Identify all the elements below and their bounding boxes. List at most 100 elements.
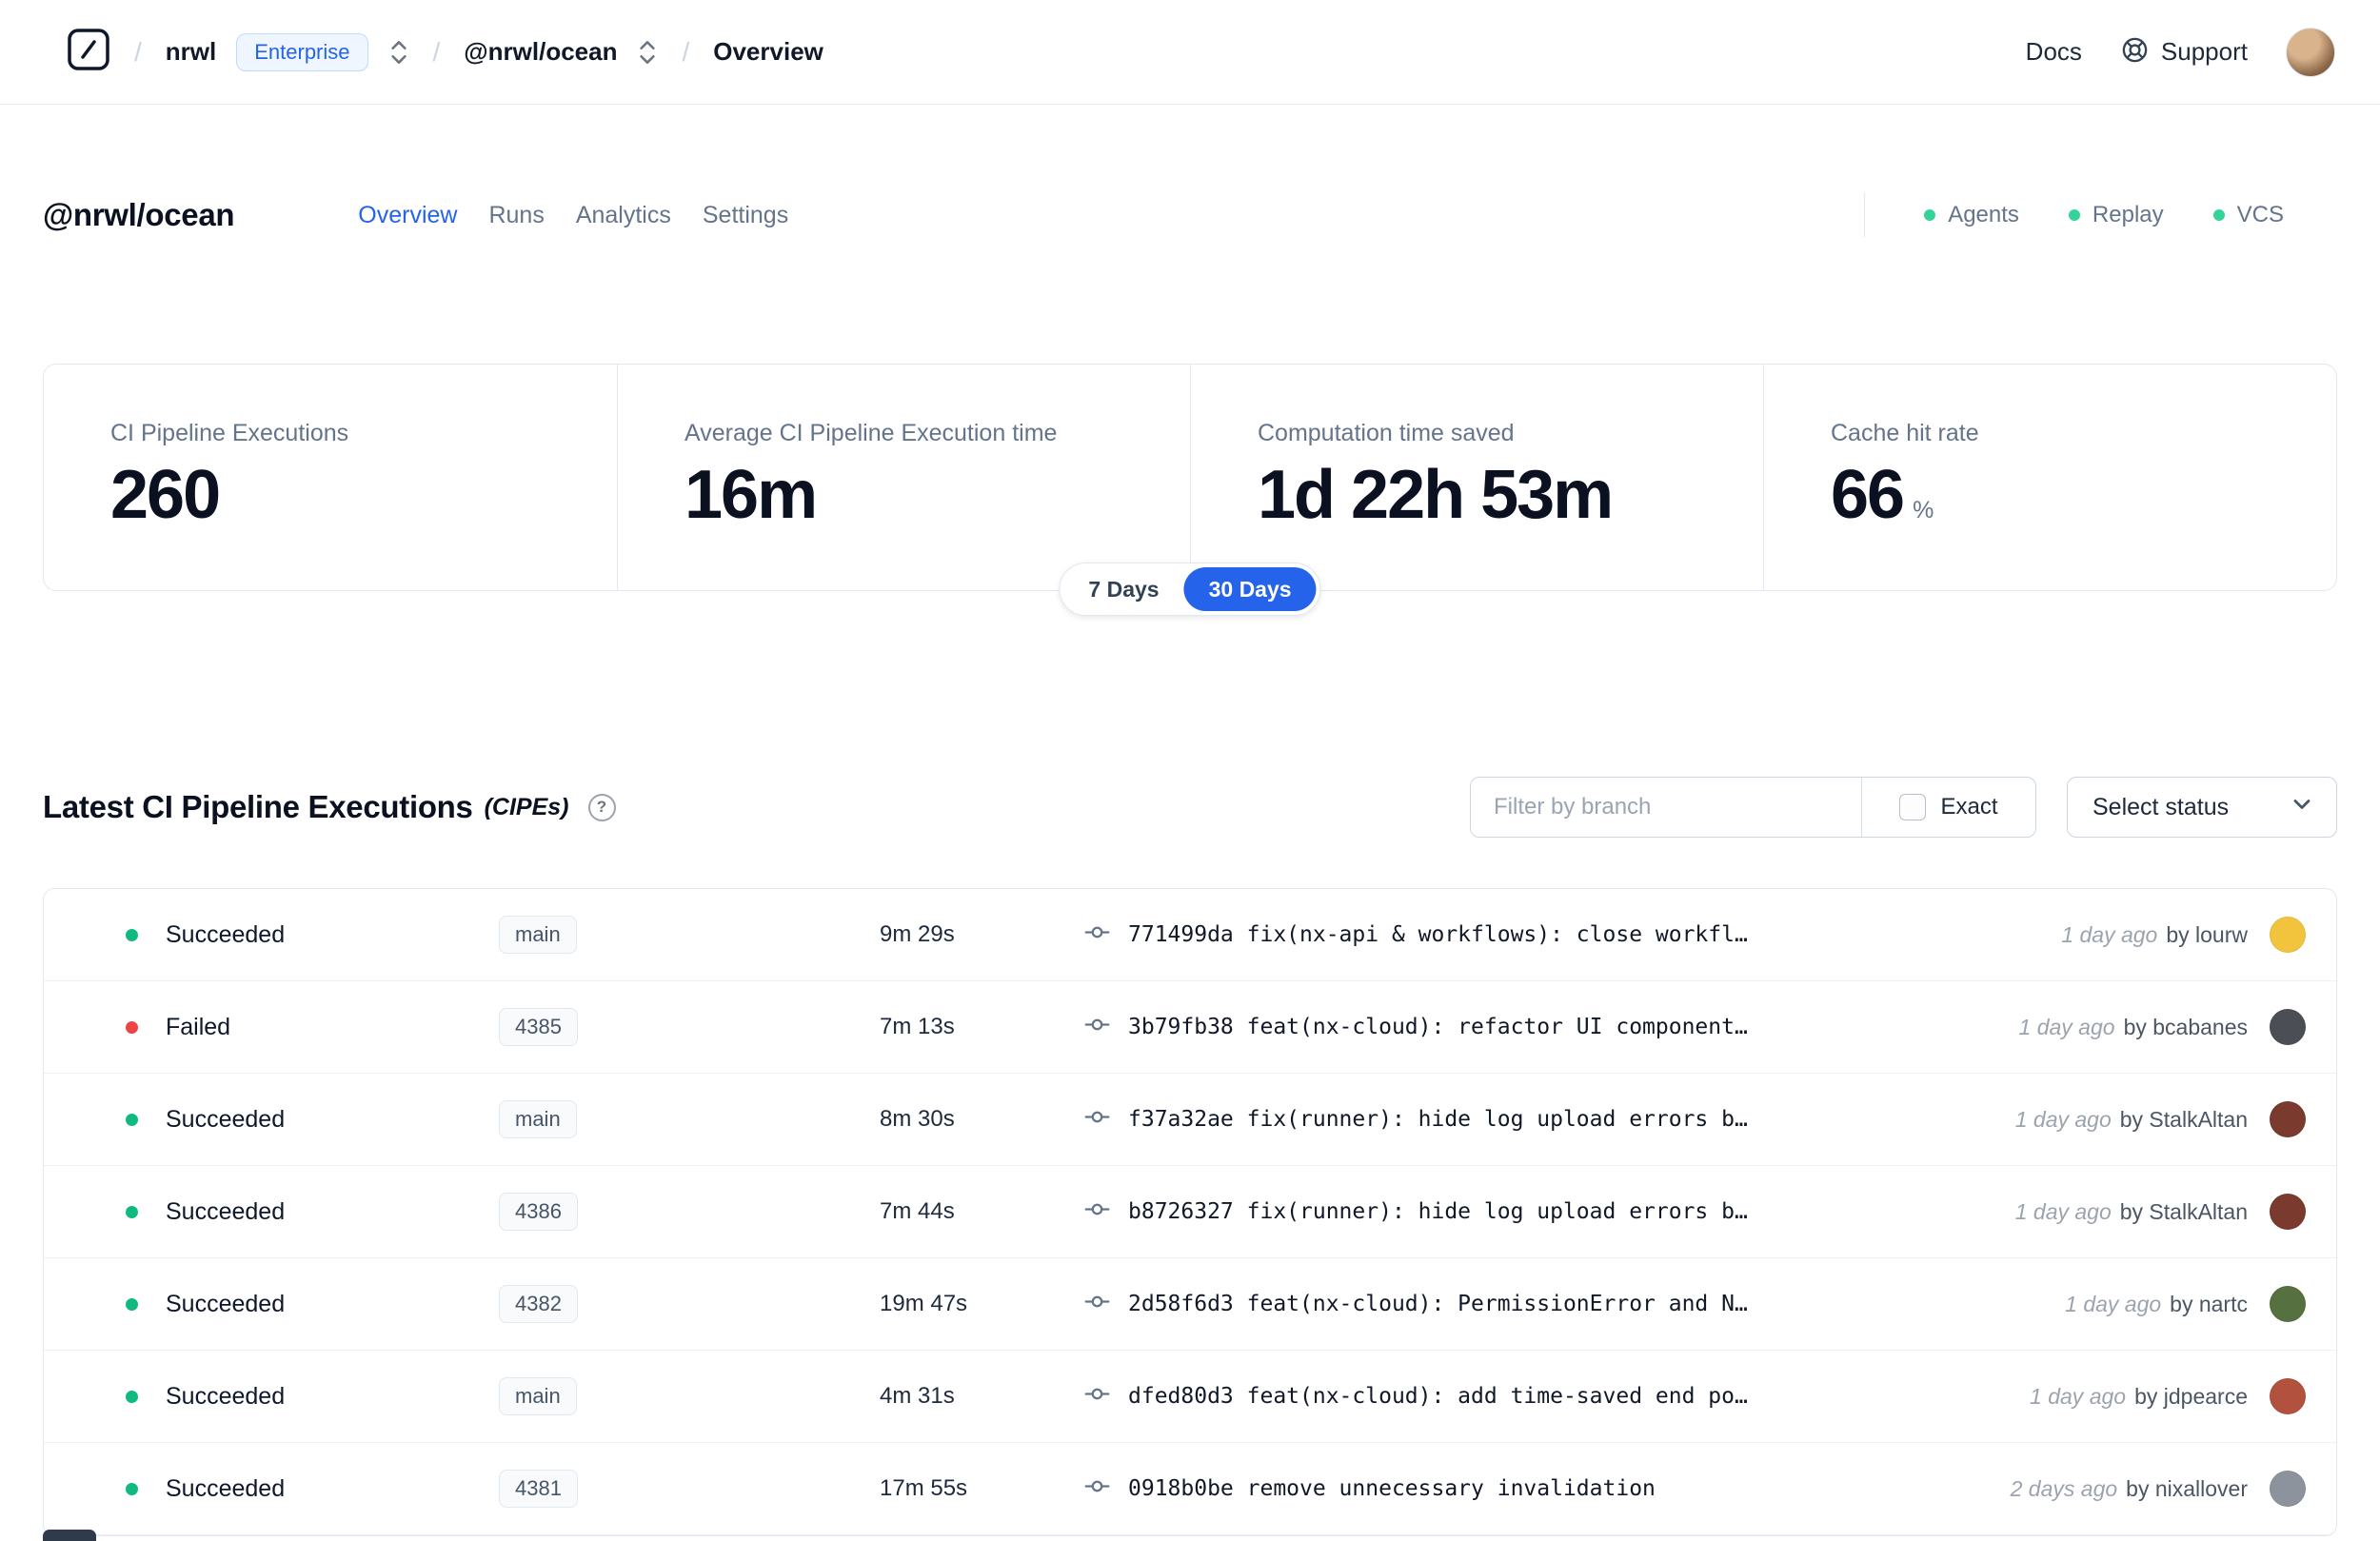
cipe-row[interactable]: Failed 4385 7m 13s 3b79fb38 feat(nx-clou… xyxy=(44,981,2336,1074)
avatar[interactable] xyxy=(2270,1286,2306,1322)
branch-cell: main xyxy=(499,1099,880,1139)
branch-filter-input[interactable] xyxy=(1471,778,1862,837)
branch-badge[interactable]: main xyxy=(499,915,577,955)
nx-logo-icon[interactable] xyxy=(67,28,110,76)
workspace-tab[interactable]: Analytics xyxy=(576,202,671,229)
status-dot-icon xyxy=(2212,209,2225,221)
branch-badge[interactable]: 4385 xyxy=(499,1007,578,1047)
stat-value: 16m xyxy=(684,457,818,533)
stat-value: 66 xyxy=(1831,457,1905,533)
run-status-dot-icon xyxy=(126,1390,138,1403)
git-commit-icon xyxy=(1084,1381,1110,1412)
breadcrumb: / nrwl Enterprise / @nrwl/ocean / Overvi… xyxy=(67,28,823,76)
cipe-row[interactable]: Succeeded 4386 7m 44s b8726327 fix(runne… xyxy=(44,1166,2336,1258)
run-time: 1 day ago xyxy=(2014,1198,2112,1224)
workspace-name[interactable]: @nrwl/ocean xyxy=(464,37,617,67)
branch-cell: main xyxy=(499,915,880,955)
avatar[interactable] xyxy=(2270,917,2306,953)
avatar[interactable] xyxy=(2270,1101,2306,1137)
commit-message[interactable]: f37a32ae fix(runner): hide log upload er… xyxy=(1128,1107,2015,1132)
avatar[interactable] xyxy=(2270,1471,2306,1507)
run-author: by bcabanes xyxy=(2123,1014,2248,1039)
run-status-label: Succeeded xyxy=(166,1382,286,1410)
org-name[interactable]: nrwl xyxy=(166,37,216,67)
git-commit-icon xyxy=(1084,1473,1110,1504)
cipe-row[interactable]: Succeeded main 4m 31s dfed80d3 feat(nx-c… xyxy=(44,1351,2336,1443)
stat-card: Computation time saved 1d 22h 53m xyxy=(1190,365,1763,590)
commit-message[interactable]: dfed80d3 feat(nx-cloud): add time-saved … xyxy=(1128,1384,2030,1409)
status-dot-icon xyxy=(2068,209,2080,221)
run-time: 1 day ago xyxy=(2061,921,2158,947)
run-meta: 1 day ago by StalkAltan xyxy=(2015,1107,2248,1133)
exact-toggle: Exact xyxy=(1862,778,2035,837)
run-author: by jdpearce xyxy=(2134,1383,2248,1409)
workspace-tab[interactable]: Overview xyxy=(358,202,457,229)
user-avatar[interactable] xyxy=(2286,27,2335,77)
vertical-divider xyxy=(1864,193,1866,237)
partial-bottom-overlay xyxy=(43,1530,96,1541)
workspace-switcher-icon[interactable] xyxy=(637,37,658,68)
stat-card: Cache hit rate 66 % xyxy=(1763,365,2336,590)
branch-badge[interactable]: 4381 xyxy=(499,1469,578,1509)
commit-message[interactable]: 3b79fb38 feat(nx-cloud): refactor UI com… xyxy=(1128,1015,2019,1039)
service-indicator-label: Agents xyxy=(1948,202,2019,227)
cipe-row[interactable]: Succeeded 4381 17m 55s 0918b0be remove u… xyxy=(44,1443,2336,1535)
run-author: by StalkAltan xyxy=(2119,1198,2248,1224)
git-commit-icon xyxy=(1084,1196,1110,1227)
lifebuoy-icon xyxy=(2120,35,2150,69)
date-range-option[interactable]: 7 Days xyxy=(1063,567,1183,611)
docs-link[interactable]: Docs xyxy=(2026,37,2082,67)
commit-message[interactable]: 0918b0be remove unnecessary invalidation xyxy=(1128,1476,2011,1501)
stat-value-row: 66 % xyxy=(1831,461,2336,529)
run-status-dot-icon xyxy=(126,1113,138,1126)
branch-cell: 4381 xyxy=(499,1469,880,1509)
git-commit-icon xyxy=(1084,1289,1110,1319)
help-icon[interactable]: ? xyxy=(587,793,616,821)
branch-badge[interactable]: 4382 xyxy=(499,1284,578,1324)
breadcrumb-page: Overview xyxy=(713,37,823,66)
avatar[interactable] xyxy=(2270,1009,2306,1045)
workspace-tab[interactable]: Runs xyxy=(488,202,544,229)
stat-label: Cache hit rate xyxy=(1831,420,1979,446)
page-title: @nrwl/ocean xyxy=(43,197,235,232)
commit-message[interactable]: 2d58f6d3 feat(nx-cloud): PermissionError… xyxy=(1128,1292,2065,1316)
stat-value-row: 16m xyxy=(684,461,1190,529)
commit-message[interactable]: b8726327 fix(runner): hide log upload er… xyxy=(1128,1199,2015,1224)
run-meta: 1 day ago by StalkAltan xyxy=(2015,1199,2248,1225)
breadcrumb-separator: / xyxy=(134,36,142,67)
main-content: @nrwl/ocean Overview Runs Analytics Sett… xyxy=(0,177,2380,1536)
run-author: by nixallover xyxy=(2126,1475,2248,1501)
run-duration: 7m 44s xyxy=(880,1198,955,1224)
run-status-dot-icon xyxy=(126,1020,138,1034)
run-status-dot-icon xyxy=(126,1482,138,1495)
cipe-row[interactable]: Succeeded main 9m 29s 771499da fix(nx-ap… xyxy=(44,889,2336,981)
avatar[interactable] xyxy=(2270,1378,2306,1414)
stat-label: Average CI Pipeline Execution time xyxy=(684,420,1058,446)
branch-badge[interactable]: main xyxy=(499,1099,577,1139)
avatar[interactable] xyxy=(2270,1194,2306,1230)
exact-checkbox[interactable] xyxy=(1899,794,1927,820)
service-indicator: Replay xyxy=(2068,202,2164,228)
stat-value: 1d 22h 53m xyxy=(1258,457,1614,533)
run-time: 1 day ago xyxy=(2065,1291,2162,1316)
date-range-option[interactable]: 30 Days xyxy=(1183,567,1317,611)
org-switcher-icon[interactable] xyxy=(388,37,409,68)
run-meta: 1 day ago by lourw xyxy=(2061,922,2248,948)
workspace-tabs: Overview Runs Analytics Settings xyxy=(358,202,788,229)
run-status-label: Succeeded xyxy=(166,1290,286,1317)
run-status-label: Succeeded xyxy=(166,1197,286,1225)
run-time: 2 days ago xyxy=(2010,1475,2118,1501)
cipe-row[interactable]: Succeeded main 8m 30s f37a32ae fix(runne… xyxy=(44,1074,2336,1166)
support-link[interactable]: Support xyxy=(2120,35,2248,69)
stat-card: CI Pipeline Executions 260 xyxy=(44,365,617,590)
enterprise-badge: Enterprise xyxy=(236,32,368,71)
cipes-controls: Exact Select status xyxy=(1470,777,2337,838)
branch-badge[interactable]: main xyxy=(499,1376,577,1416)
run-time: 1 day ago xyxy=(2014,1106,2112,1132)
cipe-row[interactable]: Succeeded 4382 19m 47s 2d58f6d3 feat(nx-… xyxy=(44,1258,2336,1351)
status-select-button[interactable]: Select status xyxy=(2067,777,2337,838)
commit-message[interactable]: 771499da fix(nx-api & workflows): close … xyxy=(1128,922,2061,947)
branch-badge[interactable]: 4386 xyxy=(499,1192,578,1232)
workspace-tab[interactable]: Settings xyxy=(703,202,788,229)
service-indicator: VCS xyxy=(2212,202,2284,228)
